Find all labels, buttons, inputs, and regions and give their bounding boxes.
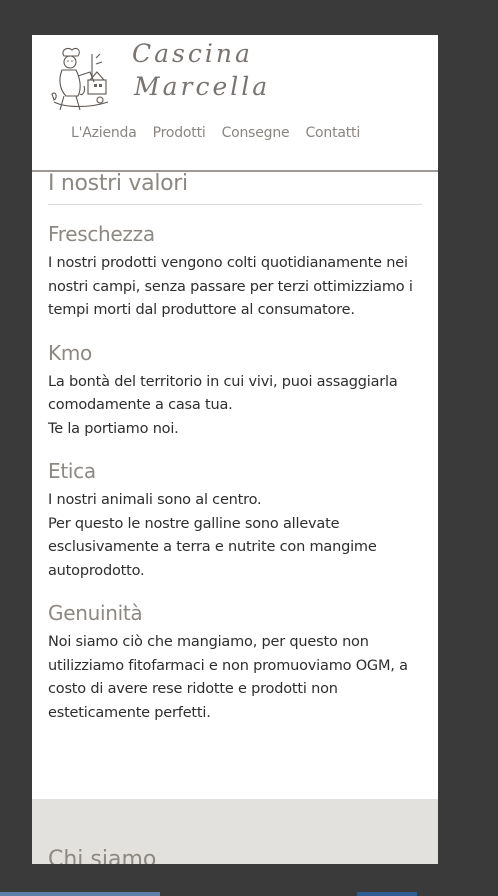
value-line: I nostri prodotti vengono colti quotidia… — [48, 255, 413, 318]
nav-item-consegne[interactable]: Consegne — [222, 125, 290, 141]
main-nav: L'Azienda Prodotti Consegne Contatti — [71, 125, 376, 141]
values-section: I nostri valori Freschezza I nostri prod… — [48, 165, 422, 725]
brand-name[interactable]: Cascina Marcella — [132, 37, 270, 103]
brand-line-2: Marcella — [134, 72, 271, 101]
value-line: Te la portiamo noi. — [48, 420, 179, 437]
value-etica: Etica I nostri animali sono al centro. P… — [48, 459, 422, 583]
value-kmo: Kmo La bontà del territorio in cui vivi,… — [48, 341, 422, 442]
value-heading: Freschezza — [48, 222, 155, 246]
value-text: I nostri animali sono al centro. Per que… — [48, 489, 422, 583]
nav-item-prodotti[interactable]: Prodotti — [153, 125, 206, 141]
nav-item-contatti[interactable]: Contatti — [305, 125, 360, 141]
section-title: I nostri valori — [48, 171, 422, 205]
value-freschezza: Freschezza I nostri prodotti vengono col… — [48, 222, 422, 323]
nav-item-azienda[interactable]: L'Azienda — [71, 125, 137, 141]
value-text: La bontà del territorio in cui vivi, puo… — [48, 371, 422, 442]
value-text: Noi siamo ciò che mangiamo, per questo n… — [48, 631, 422, 725]
value-line: I nostri animali sono al centro. — [48, 492, 262, 508]
value-line: La bontà del territorio in cui vivi, puo… — [48, 373, 398, 414]
taskbar-edge — [0, 892, 160, 896]
site-header: Cascina Marcella L'Azienda Prodotti Cons… — [32, 35, 438, 172]
farmer-illustration-logo — [51, 47, 109, 111]
value-heading: Genuinità — [48, 601, 143, 625]
value-line: Noi siamo ciò che mangiamo, per questo n… — [48, 634, 408, 721]
value-heading: Etica — [48, 459, 96, 483]
value-text: I nostri prodotti vengono colti quotidia… — [48, 252, 422, 323]
chi-siamo-title: Chi siamo — [48, 847, 157, 864]
brand-line-1: Cascina — [132, 39, 253, 68]
browser-viewport: Cascina Marcella L'Azienda Prodotti Cons… — [0, 0, 498, 896]
logo-illustration[interactable] — [50, 42, 112, 114]
taskbar-edge-active — [357, 892, 417, 896]
page: Cascina Marcella L'Azienda Prodotti Cons… — [32, 35, 438, 864]
value-heading: Kmo — [48, 340, 92, 365]
value-line: Per questo le nostre galline sono alleva… — [48, 515, 377, 579]
value-genuinita: Genuinità Noi siamo ciò che mangiamo, pe… — [48, 601, 422, 725]
